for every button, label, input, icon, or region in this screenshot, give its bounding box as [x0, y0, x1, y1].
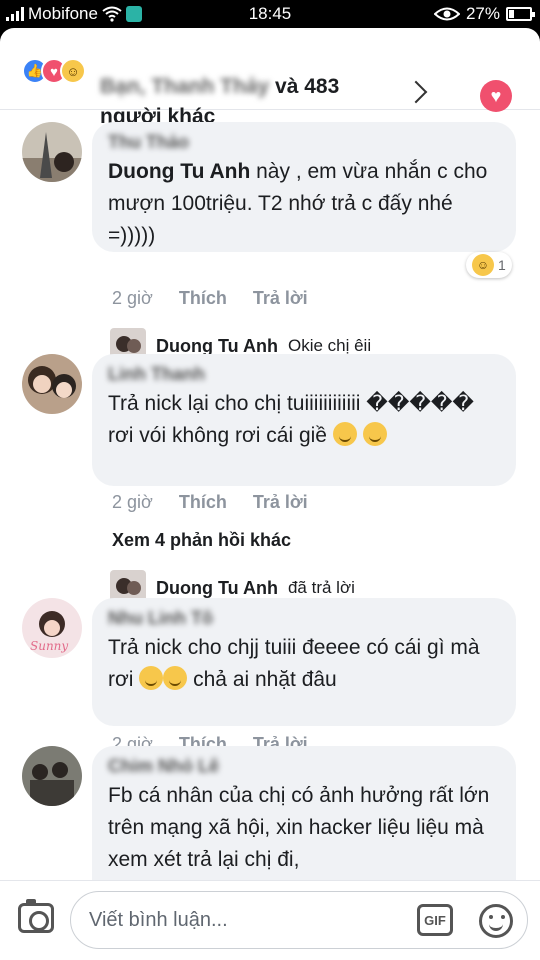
- battery-icon: [506, 7, 535, 21]
- reply-text: đã trả lời: [287, 578, 355, 597]
- comment-avatar[interactable]: [22, 746, 82, 806]
- upside-down-face-icon: [332, 422, 357, 446]
- comment-body-continued: chả ai nhặt đâu: [193, 668, 337, 691]
- comment-time: 2 giờ: [112, 492, 153, 512]
- comment-bubble[interactable]: Linh Thanh Trả nick lại cho chị tuiiiiii…: [92, 354, 516, 486]
- comment-composer: Viết bình luận... GIF: [0, 880, 540, 960]
- haha-icon: ☺: [472, 254, 494, 276]
- comments-sheet: 👍 ♥ ☺ Bạn, Thanh Thảy và 483 người khác …: [0, 28, 540, 960]
- comment-bubble[interactable]: Nhu Linh Tô Trả nick cho chjj tuiii đeee…: [92, 598, 516, 726]
- comment-actions: 2 giờ Thích Trả lời: [112, 288, 308, 309]
- comment-author[interactable]: Chim Nhỏ Lê: [108, 756, 500, 778]
- comment-author[interactable]: Linh Thanh: [108, 364, 500, 386]
- mention-tag[interactable]: Duong Tu Anh: [108, 160, 250, 183]
- comment-text: Fb cá nhân của chị có ảnh hưởng rất lớn …: [108, 784, 490, 871]
- comment-avatar[interactable]: [22, 354, 82, 414]
- reaction-count: 1: [498, 257, 506, 273]
- reply-button[interactable]: Trả lời: [253, 492, 308, 513]
- relieved-face-icon: [163, 666, 188, 690]
- comment-time: 2 giờ: [112, 288, 153, 308]
- svg-text:Sunny: Sunny: [30, 639, 68, 653]
- comment-bubble[interactable]: Thu Thảo Duong Tu Anh này , em vừa nhắn …: [92, 122, 516, 252]
- comment-text: Trả nick lại cho chị tuiiiiiiiiiiii ����…: [108, 388, 500, 452]
- relieved-face-icon: [139, 666, 164, 690]
- haha-icon: ☺: [60, 58, 86, 84]
- battery-percent: 27%: [465, 4, 500, 23]
- comment-author[interactable]: Nhu Linh Tô: [108, 608, 500, 630]
- camera-icon[interactable]: [18, 899, 54, 933]
- comment-reaction-count[interactable]: ☺ 1: [466, 252, 512, 278]
- comment-avatar[interactable]: [22, 122, 82, 182]
- comment-avatar[interactable]: Sunny: [22, 598, 82, 658]
- comment-text: Duong Tu Anh này , em vừa nhắn c cho mượ…: [108, 156, 500, 252]
- view-more-replies-link[interactable]: Xem 4 phản hồi khác: [112, 530, 291, 551]
- like-button[interactable]: Thích: [179, 492, 227, 513]
- battery-fill: [509, 10, 514, 18]
- chevron-right-icon[interactable]: [404, 80, 428, 104]
- comment-body: Trả nick lại cho chị tuiiiiiiiiiiii ����…: [108, 392, 474, 447]
- emoji-icon[interactable]: [479, 904, 513, 938]
- upside-down-face-icon: [362, 422, 387, 446]
- reacted-names: Bạn, Thanh Thảy: [100, 75, 270, 98]
- gif-button[interactable]: GIF: [417, 904, 453, 936]
- like-button[interactable]: Thích: [179, 288, 227, 309]
- reply-text: Okie chị êii: [287, 336, 372, 355]
- eye-icon: [433, 7, 460, 21]
- reply-button[interactable]: Trả lời: [253, 288, 308, 309]
- status-bar: Mobifone 18:45 27%: [0, 0, 540, 28]
- reaction-icons: 👍 ♥ ☺: [22, 58, 86, 84]
- comment-author[interactable]: Thu Thảo: [108, 132, 500, 154]
- comment-input-placeholder: Viết bình luận...: [89, 909, 228, 931]
- reactions-header[interactable]: 👍 ♥ ☺ Bạn, Thanh Thảy và 483 người khác …: [0, 28, 540, 128]
- comment-input[interactable]: Viết bình luận... GIF: [70, 891, 528, 949]
- love-react-button[interactable]: ♥: [480, 80, 512, 112]
- comment-actions: 2 giờ Thích Trả lời: [112, 492, 308, 513]
- comment-text: Trả nick cho chjj tuiii đeeee có cái gì …: [108, 632, 500, 696]
- reply-author[interactable]: Duong Tu Anh: [156, 578, 278, 599]
- status-right: 27%: [433, 4, 535, 24]
